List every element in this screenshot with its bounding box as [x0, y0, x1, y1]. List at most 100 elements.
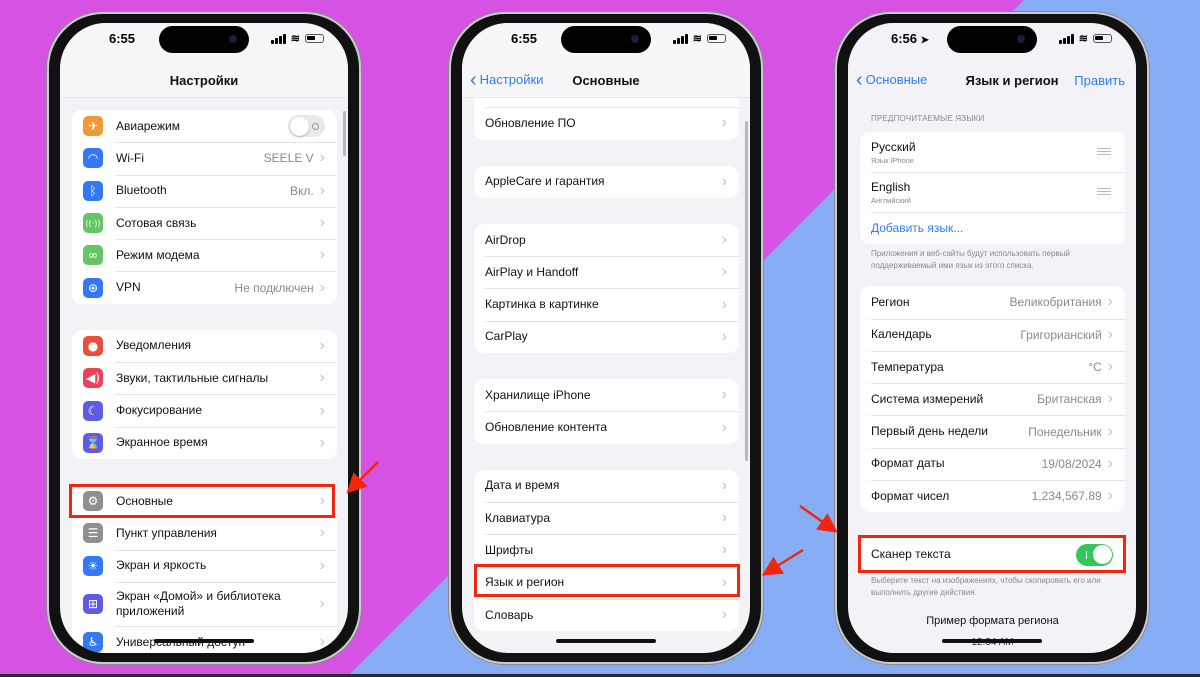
list-item[interactable]: ⌛ Экранное время › — [72, 426, 337, 459]
list-item[interactable]: Обновление ПО › — [474, 107, 739, 139]
list-item[interactable]: CarPlay › — [474, 320, 739, 353]
reorder-handle-icon[interactable] — [1097, 188, 1111, 195]
chevron-right-icon: › — [1107, 293, 1113, 311]
status-icons: ≋ — [1059, 32, 1112, 45]
wifi-icon: ◠ — [83, 148, 103, 169]
chevron-right-icon: › — [721, 114, 727, 132]
list-item[interactable]: Обновление контента › — [474, 411, 739, 443]
chevron-right-icon: › — [1107, 487, 1113, 505]
list-item[interactable]: Словарь › — [474, 598, 739, 631]
language-name: Русский — [871, 139, 916, 154]
list-item[interactable]: AirDrop › — [474, 224, 739, 256]
scrollbar[interactable] — [745, 121, 748, 461]
notifications-icon: ● — [83, 335, 103, 356]
location-arrow-icon: ➤ — [920, 35, 930, 46]
accessibility-icon: ♿ — [83, 632, 103, 652]
chevron-right-icon: › — [319, 556, 325, 574]
page-title: Основные — [572, 73, 640, 88]
list-item[interactable]: Шрифты › — [474, 534, 739, 566]
region-setting-row[interactable]: Температура °C › — [860, 350, 1125, 383]
chevron-right-icon: › — [319, 181, 325, 199]
setting-label: Календарь — [871, 327, 932, 342]
list-item[interactable]: ◠ Wi-Fi SEELE V › — [72, 142, 337, 174]
item-label: Режим модема — [116, 247, 200, 262]
reorder-handle-icon[interactable] — [1097, 148, 1111, 155]
brightness-icon: ☀ — [83, 555, 103, 576]
item-label: Дата и время — [485, 478, 560, 493]
battery-icon — [305, 34, 324, 43]
signal-icon — [271, 33, 286, 44]
chevron-right-icon: › — [721, 386, 727, 404]
control-center-icon: ☰ — [83, 523, 103, 544]
list-item[interactable]: ⊞ Экран «Домой» и библиотека приложений › — [72, 581, 337, 626]
item-label: CarPlay — [485, 329, 528, 344]
toggle[interactable] — [288, 115, 325, 138]
region-setting-row[interactable]: Первый день недели Понедельник › — [860, 415, 1125, 447]
setting-value: Понедельник — [1028, 424, 1102, 439]
language-row[interactable]: Русский Язык iPhone — [860, 132, 1125, 172]
screen-time-icon: ⌛ — [83, 432, 103, 453]
chevron-right-icon: › — [1107, 358, 1113, 376]
item-label: VPN — [116, 280, 141, 295]
region-setting-row[interactable]: Регион Великобритания › — [860, 286, 1125, 318]
dynamic-island — [159, 26, 249, 53]
list-item[interactable]: ● Уведомления › — [72, 330, 337, 362]
region-setting-row[interactable]: Календарь Григорианский › — [860, 318, 1125, 351]
item-label: Bluetooth — [116, 183, 167, 198]
chevron-left-icon: ‹ — [856, 68, 863, 91]
list-item[interactable]: ☾ Фокусирование › — [72, 394, 337, 426]
item-label: AirDrop — [485, 232, 526, 247]
chevron-right-icon: › — [721, 509, 727, 527]
settings-group: AirDrop › AirPlay и Handoff › Картинка в кар… — [474, 223, 739, 354]
arrow-to-live-text — [799, 504, 839, 533]
scrollbar[interactable] — [343, 111, 346, 156]
list-item[interactable]: ◀) Звуки, тактильные сигналы › — [72, 362, 337, 394]
arrow-to-language-region — [761, 548, 804, 576]
settings-group: ● Уведомления › ◀) Звуки, тактильные сигналы… — [72, 329, 337, 459]
home-indicator[interactable] — [556, 639, 656, 643]
item-label: Хранилище iPhone — [485, 387, 591, 402]
setting-value: Григорианский — [1020, 327, 1102, 342]
screen: 6:55 ≋ ‹Настройки Основные ›Обновление П… — [462, 23, 750, 653]
settings-group: Дата и время › Клавиатура › Шрифты › Язык и ре… — [474, 469, 739, 632]
region-setting-row[interactable]: Система измерений Британская › — [860, 383, 1125, 415]
add-language-button[interactable]: Добавить язык... — [860, 212, 1125, 244]
home-indicator[interactable] — [154, 639, 254, 643]
highlight-live-text — [858, 535, 1126, 573]
home-indicator[interactable] — [942, 639, 1042, 643]
list-item[interactable]: ☀ Экран и яркость › — [72, 549, 337, 582]
list-item[interactable]: AppleCare и гарантия › — [474, 166, 739, 198]
language-subtitle: Английский — [871, 195, 911, 205]
item-label: Экран «Домой» и библиотека приложений — [116, 588, 281, 618]
setting-label: Формат чисел — [871, 488, 950, 503]
airplane-icon: ✈ — [83, 116, 103, 137]
region-setting-row[interactable]: Формат даты 19/08/2024 › — [860, 447, 1125, 480]
settings-group: ✈ Авиарежим ◠ Wi-Fi SEELE V › ᛒ Bluetooth Вкл. › (… — [72, 110, 337, 304]
list-item[interactable]: Клавиатура › — [474, 501, 739, 534]
language-name: English — [871, 179, 911, 194]
item-label: Обновление ПО — [485, 115, 576, 130]
item-label: Сотовая связь — [116, 215, 197, 230]
nav-bar: 6:56 ➤ ≋ ‹ Основные Язык и регион Править — [848, 23, 1136, 98]
settings-list: ✈ Авиарежим ◠ Wi-Fi SEELE V › ᛒ Bluetooth Вкл. › (… — [72, 110, 337, 653]
list-item[interactable]: Дата и время › — [474, 470, 739, 502]
list-item[interactable]: Картинка в картинке › — [474, 288, 739, 320]
region-card: Регион Великобритания › Календарь Григорианс… — [860, 286, 1125, 513]
list-item[interactable]: ✈ Авиарежим — [72, 110, 337, 142]
list-item[interactable]: Хранилище iPhone › — [474, 379, 739, 411]
phone-settings: 6:55 ≋ Настройки ✈ Авиарежим ◠ Wi-Fi SEELE V… — [47, 12, 361, 664]
cellular-icon: ((·)) — [83, 213, 103, 234]
list-item[interactable]: AirPlay и Handoff › — [474, 256, 739, 288]
list-item[interactable]: ᛒ Bluetooth Вкл. › — [72, 174, 337, 207]
edit-button[interactable]: Править — [1074, 73, 1125, 88]
region-setting-row[interactable]: Формат чисел 1,234,567.89 › — [860, 480, 1125, 512]
item-label: Звуки, тактильные сигналы — [116, 370, 269, 385]
language-row[interactable]: English Английский — [860, 172, 1125, 212]
list-item[interactable]: ⊕ VPN Не подключен › — [72, 271, 337, 303]
wifi-status-icon: ≋ — [692, 33, 702, 45]
list-item[interactable]: ∞ Режим модема › — [72, 239, 337, 271]
list-item[interactable]: ((·)) Сотовая связь › — [72, 206, 337, 239]
item-label: Картинка в картинке — [485, 297, 599, 312]
item-label: AirPlay и Handoff — [485, 264, 579, 279]
list-item[interactable]: ☰ Пункт управления › — [72, 517, 337, 549]
